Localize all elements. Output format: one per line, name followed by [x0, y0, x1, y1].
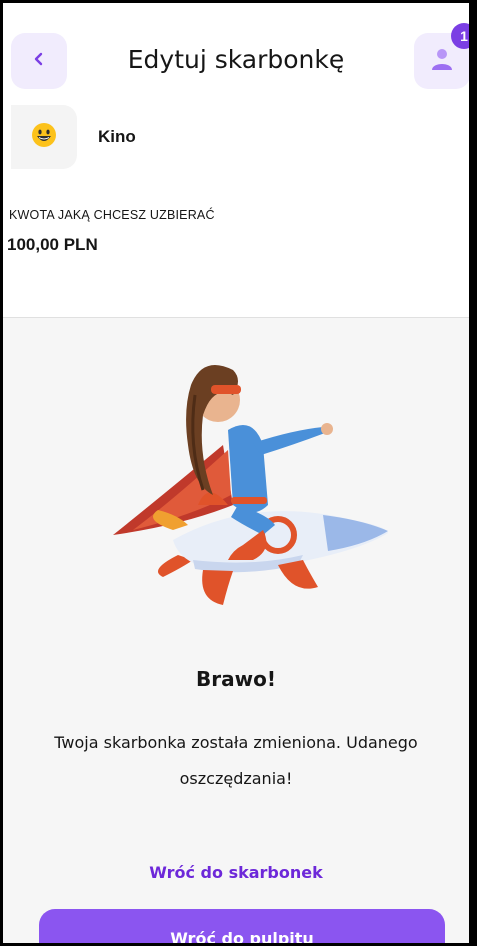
- notification-badge: 1: [451, 23, 469, 49]
- success-message: Twoja skarbonka została zmieniona. Udane…: [54, 733, 418, 788]
- user-icon: [430, 46, 454, 77]
- amount-value: 100,00 PLN: [7, 235, 98, 254]
- smiley-emoji-icon: [31, 122, 57, 153]
- page-title: Edytuj skarbonkę: [127, 45, 345, 74]
- success-title: Brawo!: [196, 667, 276, 691]
- back-to-dashboard-button[interactable]: Wróć do pulpitu: [39, 909, 445, 943]
- piggy-name: Kino: [98, 127, 136, 146]
- piggy-bank-row[interactable]: Kino: [3, 103, 469, 173]
- phone-screen: Edytuj skarbonkę 1 Kino KWOTA JAKĄ CHCES…: [0, 0, 477, 946]
- superhero-rocket-illustration: [103, 355, 403, 615]
- piggy-emoji-box: [11, 105, 77, 169]
- amount-label: KWOTA JAKĄ CHCESZ UZBIERAĆ: [9, 208, 215, 222]
- header: Edytuj skarbonkę 1: [3, 3, 469, 103]
- back-to-piggy-banks-link[interactable]: Wróć do skarbonek: [3, 863, 469, 882]
